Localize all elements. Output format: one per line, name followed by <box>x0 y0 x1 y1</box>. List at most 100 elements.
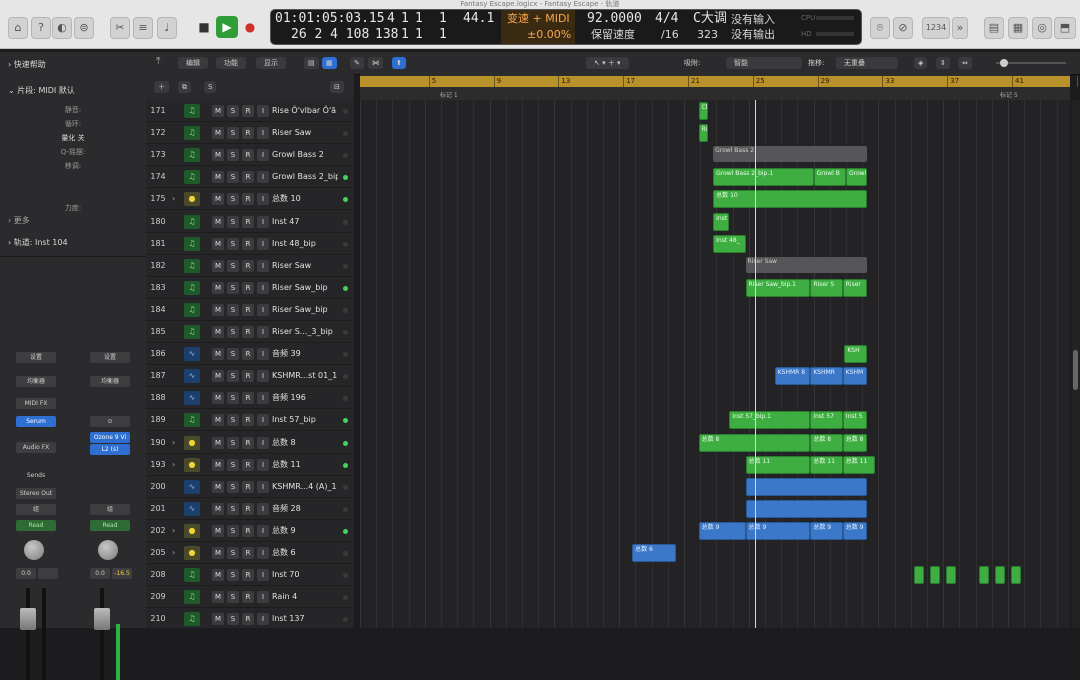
record-enable-button[interactable]: R <box>242 215 254 228</box>
record-enable-button[interactable]: R <box>242 414 254 427</box>
edit-menu[interactable]: 编辑 <box>178 57 208 69</box>
input-monitor-button[interactable]: I <box>257 149 269 162</box>
group-slot[interactable]: 组 <box>16 504 56 515</box>
midi-track-icon[interactable]: ♫ <box>184 170 200 185</box>
record-enable-button[interactable]: R <box>242 370 254 383</box>
view-menu[interactable]: 显示 <box>256 57 286 69</box>
browser-icon[interactable]: ⬒ <box>1054 17 1076 39</box>
track-row[interactable]: 205 › ● M S R I 总数 6 <box>146 542 354 564</box>
bar-ruler[interactable]: 59131721252933374145 标记 1 标记 5 <box>360 74 1080 100</box>
input-monitor-button[interactable]: I <box>257 303 269 316</box>
eq-button[interactable]: 均衡器 <box>90 376 130 387</box>
pan-knob[interactable] <box>98 540 118 560</box>
midi-region[interactable] <box>995 566 1005 585</box>
mute-button[interactable]: M <box>212 348 224 361</box>
playhead[interactable] <box>755 100 757 628</box>
midi-region[interactable]: 总数 11 <box>842 455 876 474</box>
track-row[interactable]: 171 ♫ M S R I Rise Ô'vlbar Ô'ã <box>146 100 354 122</box>
record-enable-button[interactable]: R <box>242 259 254 272</box>
loop-field[interactable]: 循环: <box>6 118 140 130</box>
duplicate-track-icon[interactable]: ⧉ <box>178 81 191 93</box>
setting-button[interactable]: 设置 <box>16 352 56 363</box>
record-enable-button[interactable]: R <box>242 547 254 559</box>
track-name[interactable]: Riser Saw_bip <box>272 277 338 299</box>
stack-track-icon[interactable]: ● <box>184 192 200 207</box>
solo-button[interactable]: S <box>227 591 239 604</box>
lcd-time-signature[interactable]: 4/4 <box>655 12 678 26</box>
solo-button[interactable]: S <box>227 105 239 117</box>
track-name[interactable]: Riser S..._3_bip <box>272 321 338 343</box>
midi-track-icon[interactable]: ♫ <box>184 325 200 339</box>
input-monitor-button[interactable]: I <box>257 480 269 493</box>
midi-region[interactable]: 总数 8 <box>842 433 868 452</box>
record-enable-button[interactable]: R <box>242 326 254 338</box>
marker-1[interactable]: 标记 1 <box>440 90 458 99</box>
zoom-slider-handle[interactable] <box>1000 59 1008 67</box>
lcd-mode[interactable]: 变速 + MIDI <box>507 13 570 25</box>
midi-track-icon[interactable]: ♫ <box>184 104 200 118</box>
back-icon[interactable]: ⤒ <box>156 56 160 67</box>
play-button[interactable]: ▶ <box>216 16 238 38</box>
track-name[interactable]: Inst 137 <box>272 608 338 628</box>
track-row[interactable]: 174 ♫ M S R I Growl Bass 2_bip <box>146 166 354 189</box>
track-row[interactable]: 187 ∿ M S R I KSHMR...st 01_1 <box>146 365 354 388</box>
solo-button[interactable]: S <box>227 613 239 626</box>
midi-region[interactable] <box>978 566 989 585</box>
lcd-key[interactable]: C大调 <box>693 12 727 26</box>
track-row[interactable]: 185 ♫ M S R I Riser S..._3_bip <box>146 321 354 343</box>
record-enable-button[interactable]: R <box>242 524 254 537</box>
track-row[interactable]: 200 ∿ M S R I KSHMR...4 (A)_1 <box>146 476 354 498</box>
mute-button[interactable]: M <box>212 259 224 272</box>
audio-region[interactable]: 总数 9 <box>810 521 843 540</box>
input-monitor-button[interactable]: I <box>257 392 269 405</box>
mute-button[interactable]: M <box>212 149 224 162</box>
pencil-tool-icon[interactable]: ✎ <box>350 57 364 69</box>
input-monitor-button[interactable]: I <box>257 524 269 537</box>
record-enable-button[interactable]: R <box>242 480 254 493</box>
midi-track-icon[interactable]: ♫ <box>184 280 200 295</box>
more-header[interactable]: › 更多 <box>0 212 146 230</box>
track-row[interactable]: 193 › ● M S R I 总数 11 <box>146 454 354 476</box>
record-enable-button[interactable]: R <box>242 237 254 250</box>
track-name[interactable]: 音频 196 <box>272 387 338 409</box>
track-row[interactable]: 182 ♫ M S R I Riser Saw <box>146 255 354 277</box>
audio-region[interactable]: KSHM <box>842 367 868 386</box>
swing-field[interactable]: Q-摇摆: <box>6 146 140 158</box>
midi-region[interactable]: Inst 57_bip.1 <box>729 411 811 430</box>
plugin-slot-1[interactable]: Ozone 9 Vi <box>90 432 130 443</box>
help-icon[interactable]: ? <box>31 17 51 39</box>
midi-region[interactable]: Growl B <box>813 168 846 187</box>
record-enable-button[interactable]: R <box>242 436 254 449</box>
track-name[interactable]: KSHMR...st 01_1 <box>272 365 338 387</box>
s-button[interactable]: S <box>204 81 217 93</box>
mute-button[interactable]: M <box>212 105 224 117</box>
midi-region[interactable] <box>946 566 957 585</box>
solo-button[interactable]: S <box>227 281 239 294</box>
track-row[interactable]: 208 ♫ M S R I Inst 70 <box>146 564 354 587</box>
global-tracks-icon[interactable]: ⊟ <box>330 81 344 93</box>
input-monitor-button[interactable]: I <box>257 502 269 515</box>
midi-region[interactable] <box>930 566 940 585</box>
stack-track-icon[interactable]: ● <box>184 435 200 450</box>
midi-track-icon[interactable]: ♫ <box>184 236 200 251</box>
grid-view-icon[interactable]: ▦ <box>322 57 337 69</box>
track-name[interactable]: 音频 39 <box>272 343 338 365</box>
track-row[interactable]: 173 ♫ M S R I Growl Bass 2 <box>146 144 354 167</box>
track-row[interactable]: 190 › ● M S R I 总数 8 <box>146 432 354 454</box>
track-header[interactable]: › 轨道: Inst 104 <box>0 234 146 252</box>
track-name[interactable]: Growl Bass 2 <box>272 144 338 166</box>
folder-region[interactable]: Growl Bass 2 <box>713 146 868 163</box>
midi-track-icon[interactable]: ♫ <box>184 612 200 627</box>
cycle-region[interactable] <box>360 76 1070 87</box>
stack-track-icon[interactable]: ● <box>184 523 200 538</box>
mute-button[interactable]: M <box>212 613 224 626</box>
solo-icon[interactable]: ⊘ <box>893 17 913 39</box>
smart-controls-icon[interactable]: ◐ <box>52 17 72 39</box>
input-monitor-button[interactable]: I <box>257 326 269 338</box>
track-row[interactable]: 180 ♫ M S R I Inst 47 <box>146 211 354 233</box>
audio-region[interactable]: KSHMR <box>810 367 843 386</box>
list-view-icon[interactable]: ▤ <box>304 57 319 69</box>
volume-fader-track[interactable] <box>26 588 30 680</box>
vertical-zoom-icon[interactable]: ⇕ <box>936 57 950 69</box>
midi-region[interactable]: Ri <box>698 124 709 143</box>
